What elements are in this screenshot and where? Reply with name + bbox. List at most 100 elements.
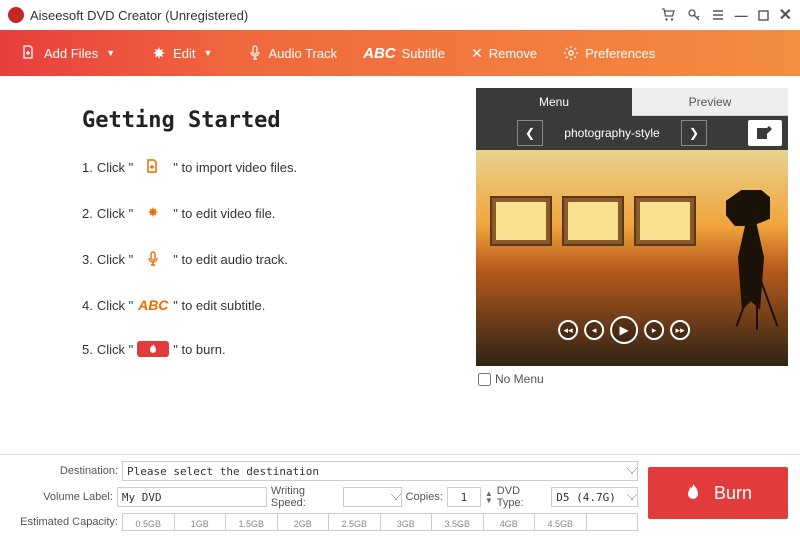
capacity-bar: 0.5GB1GB1.5GB2GB2.5GB3GB3.5GB4GB4.5GB <box>122 513 638 531</box>
capacity-tick: 4GB <box>484 514 536 530</box>
close-button[interactable]: ✕ <box>779 5 792 25</box>
window-controls: — ✕ <box>661 5 792 25</box>
volume-row: Volume Label: Writing Speed: Copies: ▲▼ … <box>12 485 638 509</box>
chevron-down-icon: ▼ <box>204 48 213 58</box>
add-file-icon <box>20 44 38 62</box>
gear-icon <box>563 45 579 61</box>
edit-menu-button[interactable] <box>748 120 782 146</box>
key-icon[interactable] <box>687 8 701 22</box>
dvd-type-select[interactable]: D5 (4.7G) <box>551 487 638 507</box>
edit-label: Edit <box>173 46 195 61</box>
menu-style-bar: ❮ photography-style ❯ <box>476 116 788 150</box>
remove-button[interactable]: ✕ Remove <box>465 41 543 66</box>
prev-style-button[interactable]: ❮ <box>517 120 543 146</box>
no-menu-checkbox[interactable]: No Menu <box>476 366 788 392</box>
forward-button[interactable]: ▸ <box>644 320 664 340</box>
audio-track-label: Audio Track <box>268 46 337 61</box>
edit-icon <box>137 203 169 223</box>
frame-slot <box>492 198 550 244</box>
subtitle-icon: ABC <box>363 45 396 62</box>
destination-row: Destination: Please select the destinati… <box>12 461 638 481</box>
add-files-button[interactable]: Add Files ▼ <box>14 40 131 66</box>
preview-frames <box>492 198 694 244</box>
edit-icon <box>151 45 167 61</box>
app-logo-icon <box>8 7 24 23</box>
remove-icon: ✕ <box>471 45 483 62</box>
capacity-tick: 2.5GB <box>329 514 381 530</box>
main-toolbar: Add Files ▼ Edit ▼ Audio Track ABC Subti… <box>0 30 800 76</box>
burn-parameters: Destination: Please select the destinati… <box>12 461 638 528</box>
frame-slot <box>636 198 694 244</box>
preferences-label: Preferences <box>585 46 655 61</box>
step-import: 1. Click " " to import video files. <box>82 157 458 177</box>
no-menu-label: No Menu <box>495 372 544 386</box>
destination-label: Destination: <box>12 465 118 477</box>
steps-list: 1. Click " " to import video files. 2. C… <box>82 157 458 357</box>
step-burn: 5. Click " " to burn. <box>82 341 458 357</box>
menu-icon[interactable] <box>711 8 725 22</box>
subtitle-icon: ABC <box>137 295 169 315</box>
menu-preview: ◂◂ ◂ ▶ ▸ ▸▸ <box>476 150 788 366</box>
next-style-button[interactable]: ❯ <box>681 120 707 146</box>
chevron-down-icon: ▼ <box>106 48 115 58</box>
burn-icon <box>684 483 702 503</box>
microphone-icon <box>137 249 169 269</box>
copies-input[interactable] <box>447 487 481 507</box>
remove-label: Remove <box>489 46 537 61</box>
preferences-button[interactable]: Preferences <box>557 41 661 65</box>
tab-preview[interactable]: Preview <box>632 88 788 116</box>
playback-controls: ◂◂ ◂ ▶ ▸ ▸▸ <box>558 316 690 344</box>
skip-back-button[interactable]: ◂◂ <box>558 320 578 340</box>
burn-icon <box>137 341 169 357</box>
add-file-icon <box>137 157 169 177</box>
step-subtitle: 4. Click " ABC " to edit subtitle. <box>82 295 458 315</box>
photographer-silhouette <box>698 190 778 330</box>
volume-label-input[interactable] <box>117 487 267 507</box>
skip-forward-button[interactable]: ▸▸ <box>670 320 690 340</box>
step-audio: 3. Click " " to edit audio track. <box>82 249 458 269</box>
capacity-tick: 1GB <box>175 514 227 530</box>
capacity-label: Estimated Capacity: <box>12 516 118 528</box>
dvd-type-label: DVD Type: <box>497 485 547 509</box>
writing-speed-label: Writing Speed: <box>271 485 340 509</box>
microphone-icon <box>248 45 262 61</box>
capacity-row: Estimated Capacity: 0.5GB1GB1.5GB2GB2.5G… <box>12 513 638 531</box>
play-button[interactable]: ▶ <box>610 316 638 344</box>
minimize-button[interactable]: — <box>735 8 748 23</box>
getting-started-panel: Getting Started 1. Click " " to import v… <box>12 88 468 454</box>
capacity-tick: 2GB <box>278 514 330 530</box>
bottom-panel: Destination: Please select the destinati… <box>0 454 800 534</box>
volume-label-label: Volume Label: <box>12 491 113 503</box>
rewind-button[interactable]: ◂ <box>584 320 604 340</box>
burn-button[interactable]: Burn <box>648 467 788 519</box>
subtitle-label: Subtitle <box>402 46 445 61</box>
step-edit: 2. Click " " to edit video file. <box>82 203 458 223</box>
copies-label: Copies: <box>406 491 443 503</box>
style-nav: ❮ photography-style ❯ <box>482 120 742 146</box>
add-files-label: Add Files <box>44 46 98 61</box>
maximize-button[interactable] <box>758 10 769 21</box>
tripod-silhouette <box>756 270 758 330</box>
window-title: Aiseesoft DVD Creator (Unregistered) <box>30 8 661 23</box>
edit-button[interactable]: Edit ▼ <box>145 41 228 65</box>
audio-track-button[interactable]: Audio Track <box>242 41 343 65</box>
capacity-tick: 3GB <box>381 514 433 530</box>
capacity-tick: 0.5GB <box>123 514 175 530</box>
subtitle-button[interactable]: ABC Subtitle <box>357 41 451 66</box>
destination-select[interactable]: Please select the destination <box>122 461 638 481</box>
copies-down-button[interactable]: ▼ <box>485 497 493 504</box>
getting-started-heading: Getting Started <box>82 108 458 133</box>
capacity-tick <box>587 514 638 530</box>
frame-slot <box>564 198 622 244</box>
preview-tabs: Menu Preview <box>476 88 788 116</box>
tab-menu[interactable]: Menu <box>476 88 632 116</box>
style-name: photography-style <box>547 126 677 140</box>
content-area: Getting Started 1. Click " " to import v… <box>0 76 800 454</box>
no-menu-input[interactable] <box>478 373 491 386</box>
cart-icon[interactable] <box>661 8 677 22</box>
menu-preview-panel: Menu Preview ❮ photography-style ❯ ◂◂ <box>476 88 788 454</box>
titlebar: Aiseesoft DVD Creator (Unregistered) — ✕ <box>0 0 800 30</box>
capacity-tick: 4.5GB <box>535 514 587 530</box>
writing-speed-select[interactable] <box>343 487 401 507</box>
burn-label: Burn <box>714 483 752 504</box>
